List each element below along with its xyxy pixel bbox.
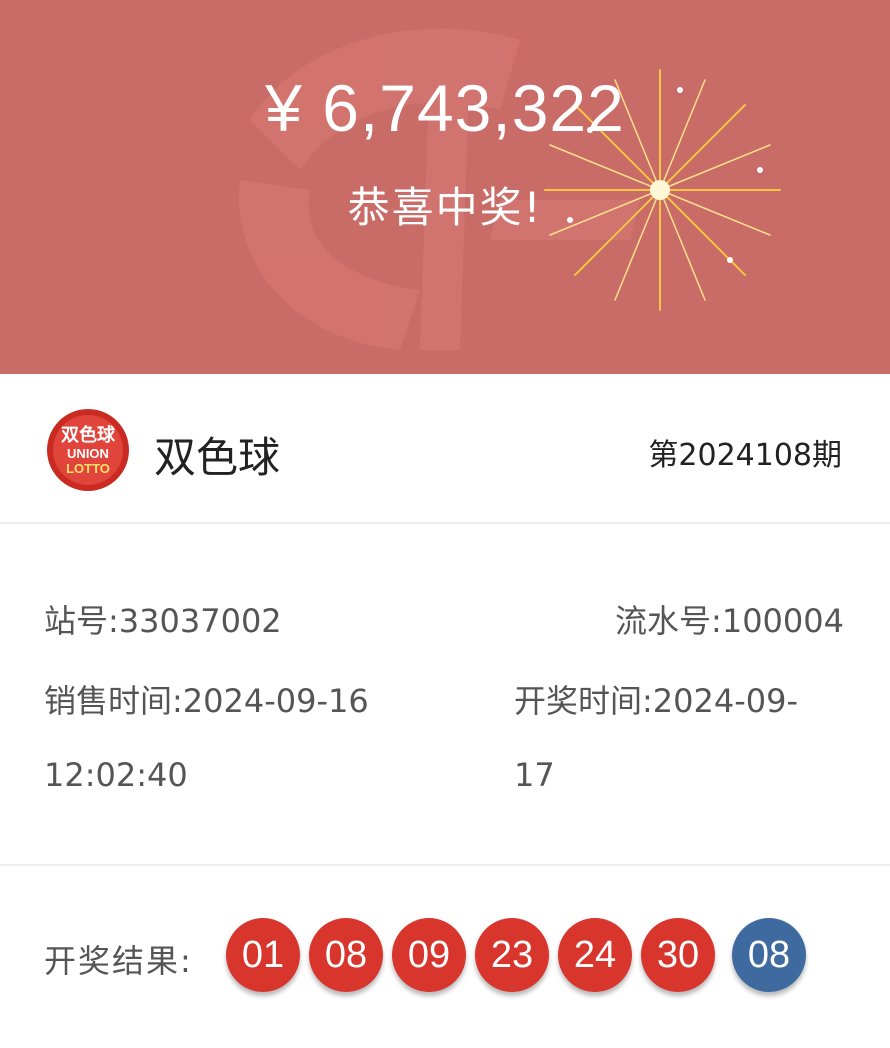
draw-result-label: 开奖结果:	[44, 942, 193, 980]
lottery-name: 双色球	[154, 433, 281, 482]
draw-time-line2: 17	[514, 756, 555, 794]
serial-number: 流水号:100004	[615, 602, 844, 640]
ticket-info: 站号:33037002 流水号:100004 销售时间:2024-09-16 1…	[0, 524, 890, 864]
logo-text-cn: 双色球	[61, 424, 116, 446]
station-number: 站号:33037002	[44, 602, 282, 640]
section-divider	[0, 864, 890, 866]
red-ball: 30	[641, 918, 715, 992]
red-ball: 08	[309, 918, 383, 992]
blue-ball: 08	[732, 918, 806, 992]
draw-time-line1: 开奖时间:2024-09-	[514, 682, 799, 720]
red-ball: 01	[226, 918, 300, 992]
red-ball: 09	[392, 918, 466, 992]
red-ball: 24	[558, 918, 632, 992]
prize-amount: ¥ 6,743,322	[265, 71, 625, 145]
red-ball: 23	[475, 918, 549, 992]
prize-banner: ¥ 6,743,322 恭喜中奖!	[0, 0, 890, 374]
logo-text-en-1: UNION	[67, 446, 109, 461]
sale-time-line2: 12:02:40	[44, 756, 188, 794]
lottery-header: 双色球 UNION LOTTO 双色球 第2024108期	[0, 374, 890, 524]
sale-time-line1: 销售时间:2024-09-16	[44, 682, 369, 720]
issue-number: 第2024108期	[648, 438, 842, 473]
union-lotto-logo: 双色球 UNION LOTTO	[47, 409, 129, 491]
logo-text-en-2: LOTTO	[66, 461, 110, 476]
congrats-text: 恭喜中奖!	[347, 183, 543, 232]
